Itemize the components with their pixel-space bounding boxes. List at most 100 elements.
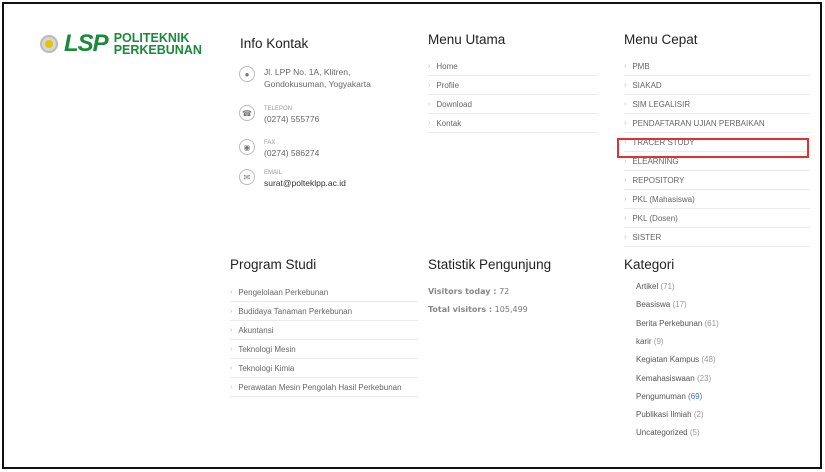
- category-name: Publikasi Ilmiah: [636, 410, 692, 420]
- menu-item-label: Home: [436, 62, 458, 71]
- logo-text: POLITEKNIK PERKEBUNAN: [113, 32, 202, 57]
- menu-item[interactable]: › Teknologi Mesin: [230, 345, 296, 354]
- logo-line-2: PERKEBUNAN: [113, 43, 202, 57]
- menu-item-label: Pengelolaan Perkebunan: [238, 288, 329, 297]
- divider: [624, 189, 810, 190]
- category-name: Kegiatan Kampus: [636, 355, 700, 365]
- menu-item-label: PENDAFTARAN UJIAN PERBAIKAN: [632, 119, 765, 128]
- menu-item[interactable]: › PENDAFTARAN UJIAN PERBAIKAN: [624, 119, 765, 128]
- menu-item-label: SIM LEGALISIR: [632, 100, 691, 109]
- chevron-right-icon: ›: [624, 101, 627, 108]
- category-link[interactable]: karir (9): [636, 337, 664, 346]
- category-link[interactable]: Kemahasiswaan (23): [636, 374, 711, 383]
- visitors-total-value: 105,499: [494, 305, 528, 314]
- divider: [624, 227, 810, 228]
- category-link[interactable]: Publikasi Ilmiah (2): [636, 410, 704, 419]
- menu-item[interactable]: › PMB: [624, 62, 650, 71]
- menu-item-label: PKL (Mahasiswa): [632, 195, 695, 204]
- statistik-title: Statistik Pengunjung: [428, 257, 552, 272]
- category-count: (5): [689, 428, 700, 438]
- menu-item-label: Teknologi Kimia: [238, 364, 295, 373]
- category-count: (17): [672, 300, 687, 310]
- menu-item[interactable]: › Teknologi Kimia: [230, 364, 294, 373]
- menu-item-label: Akuntansi: [238, 326, 274, 335]
- fax-label: FAX: [264, 140, 276, 146]
- chevron-right-icon: ›: [428, 120, 431, 127]
- chevron-right-icon: ›: [624, 177, 627, 184]
- menu-item[interactable]: › ELEARNING: [624, 157, 679, 166]
- category-link[interactable]: Kegiatan Kampus (48): [636, 355, 716, 364]
- divider: [230, 320, 418, 321]
- category-name: Kemahasiswaan: [636, 373, 695, 383]
- menu-item[interactable]: › SISTER: [624, 233, 661, 242]
- category-name: Beasiswa: [636, 300, 671, 310]
- divider: [428, 94, 598, 95]
- visitors-today: Visitors today : 72: [428, 287, 509, 296]
- divider: [230, 339, 418, 340]
- menu-item-label: ELEARNING: [632, 157, 679, 166]
- menu-item-label: Download: [436, 100, 472, 109]
- menu-item[interactable]: › Profile: [428, 81, 459, 90]
- divider: [624, 132, 810, 133]
- chevron-right-icon: ›: [428, 82, 431, 89]
- visitors-today-label: Visitors today :: [428, 287, 497, 296]
- divider: [624, 208, 810, 209]
- menu-item-label: Teknologi Mesin: [238, 345, 296, 354]
- category-link[interactable]: Uncategorized (5): [636, 428, 700, 437]
- menu-item[interactable]: › Budidaya Tanaman Perkebunan: [230, 307, 352, 316]
- divider: [230, 377, 418, 378]
- category-name: Uncategorized: [636, 428, 688, 438]
- divider: [230, 396, 418, 397]
- chevron-right-icon: ›: [624, 63, 627, 70]
- contact-address: ● Jl. LPP No. 1A, Klitren, Gondokusuman,…: [239, 66, 371, 90]
- divider: [624, 75, 810, 76]
- email-label: EMAIL: [264, 170, 283, 176]
- visitors-total: Total visitors : 105,499: [428, 305, 528, 314]
- divider: [230, 301, 418, 302]
- email-link[interactable]: surat@polteklpp.ac.id: [264, 178, 346, 188]
- email-icon: ✉: [239, 169, 255, 185]
- chevron-right-icon: ›: [624, 196, 627, 203]
- menu-item[interactable]: › SIM LEGALISIR: [624, 100, 690, 109]
- chevron-right-icon: ›: [624, 82, 627, 89]
- site-logo[interactable]: LSP POLITEKNIK PERKEBUNAN: [40, 32, 202, 56]
- logo-mark: LSP: [64, 30, 109, 57]
- menu-utama-title: Menu Utama: [428, 32, 506, 47]
- telepon-value: (0274) 555776: [264, 114, 320, 124]
- highlight-box: [617, 138, 809, 158]
- contact-email: ✉ EMAIL surat@polteklpp.ac.id: [239, 169, 346, 190]
- menu-item[interactable]: › Perawatan Mesin Pengolah Hasil Perkebun…: [230, 383, 402, 392]
- menu-item-label: Budidaya Tanaman Perkebunan: [238, 307, 353, 316]
- category-count: (23): [696, 373, 712, 383]
- category-link[interactable]: Pengumuman (69): [636, 392, 702, 401]
- fax-icon: ◉: [239, 139, 255, 155]
- menu-item[interactable]: › Download: [428, 100, 472, 109]
- category-link[interactable]: Artikel (71): [636, 282, 675, 291]
- category-count: (48): [701, 355, 716, 365]
- category-link[interactable]: Beasiswa (17): [636, 300, 687, 309]
- category-count: (71): [660, 282, 675, 291]
- chevron-right-icon: ›: [428, 101, 431, 108]
- location-pin-icon: ●: [239, 66, 255, 82]
- menu-item[interactable]: › REPOSITORY: [624, 176, 685, 185]
- chevron-right-icon: ›: [230, 327, 233, 334]
- menu-item[interactable]: › Pengelolaan Perkebunan: [230, 288, 328, 297]
- menu-item[interactable]: › PKL (Mahasiswa): [624, 195, 695, 204]
- menu-item[interactable]: › Akuntansi: [230, 326, 273, 335]
- chevron-right-icon: ›: [428, 63, 431, 70]
- menu-item-label: SIAKAD: [632, 81, 662, 90]
- chevron-right-icon: ›: [624, 234, 627, 241]
- menu-item-label: PKL (Dosen): [632, 214, 678, 223]
- menu-item[interactable]: › SIAKAD: [624, 81, 662, 90]
- category-link[interactable]: Berita Perkebunan (61): [636, 319, 719, 328]
- menu-item[interactable]: › Home: [428, 62, 458, 71]
- menu-item[interactable]: › Kontak: [428, 119, 461, 128]
- divider: [428, 75, 598, 76]
- menu-item-label: Profile: [436, 81, 460, 90]
- telepon-label: TELEPON: [264, 106, 293, 112]
- menu-item[interactable]: › PKL (Dosen): [624, 214, 678, 223]
- menu-item-label: Kontak: [436, 119, 462, 128]
- menu-item-label: Perawatan Mesin Pengolah Hasil Perkebuna…: [238, 383, 402, 392]
- divider: [230, 358, 418, 359]
- divider: [428, 113, 598, 114]
